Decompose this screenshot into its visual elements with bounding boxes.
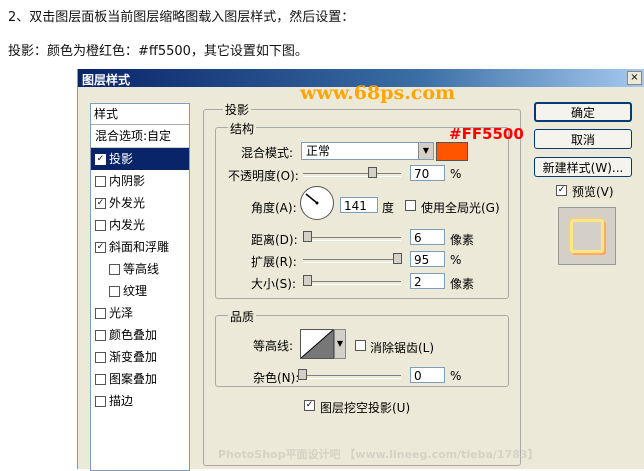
angle-needle-icon	[305, 193, 319, 205]
checkbox-icon[interactable]: ✓	[95, 198, 106, 209]
checkbox-icon[interactable]	[109, 286, 120, 297]
size-unit: 像素	[450, 277, 475, 291]
checkbox-icon[interactable]	[95, 352, 106, 363]
style-item-inner-glow[interactable]: 内发光	[91, 214, 189, 236]
style-item-gradient-overlay[interactable]: 渐变叠加	[91, 346, 189, 368]
distance-input[interactable]: 6	[410, 229, 445, 245]
checkbox-icon[interactable]: ✓	[95, 154, 106, 165]
size-input[interactable]: 2	[410, 273, 445, 289]
style-list: 样式 混合选项:自定 ✓ 投影 内阴影 ✓ 外发光 内发光 ✓ 斜面和浮雕 等高线 纹…	[90, 103, 190, 471]
checkbox-icon[interactable]	[95, 176, 106, 187]
angle-input[interactable]: 141	[340, 197, 378, 213]
opacity-unit: %	[450, 167, 462, 181]
checkbox-icon[interactable]	[95, 330, 106, 341]
opacity-input[interactable]: 70	[410, 165, 445, 181]
instruction-line-2: 投影：颜色为橙红色：#ff5500，其它设置如下图。	[8, 44, 308, 59]
noise-input[interactable]: 0	[410, 367, 445, 383]
size-slider[interactable]	[303, 281, 401, 285]
noise-unit: %	[450, 369, 462, 383]
distance-slider[interactable]	[303, 237, 401, 241]
checkbox-icon[interactable]	[95, 374, 106, 385]
spread-slider[interactable]	[303, 259, 401, 263]
style-item-pattern-overlay[interactable]: 图案叠加	[91, 368, 189, 390]
anti-alias-checkbox[interactable]	[355, 340, 366, 351]
angle-label: 角度(A):	[251, 201, 297, 215]
style-item-texture[interactable]: 纹理	[91, 280, 189, 302]
spread-unit: %	[450, 253, 462, 267]
noise-slider-thumb[interactable]	[298, 369, 307, 380]
global-light-label: 使用全局光(G)	[421, 201, 500, 215]
blend-mode-select[interactable]: 正常 ▼	[301, 142, 434, 160]
opacity-slider-thumb[interactable]	[368, 167, 377, 178]
checkbox-icon[interactable]	[95, 396, 106, 407]
style-list-header[interactable]: 样式	[91, 104, 189, 125]
style-item-outer-glow[interactable]: ✓ 外发光	[91, 192, 189, 214]
site-watermark: www.68ps.com	[300, 82, 456, 104]
knockout-label: 图层挖空投影(U)	[320, 401, 411, 415]
new-style-button[interactable]: 新建样式(W)...	[534, 157, 632, 177]
noise-label: 杂色(N):	[253, 371, 300, 385]
spread-input[interactable]: 95	[410, 251, 445, 267]
contour-curve-icon	[301, 330, 333, 358]
style-item-satin[interactable]: 光泽	[91, 302, 189, 324]
shadow-color-swatch[interactable]	[436, 142, 468, 161]
preview-glow-frame	[570, 219, 604, 253]
style-preview-swatch	[558, 207, 616, 265]
instruction-line-1: 2、双击图层面板当前图层缩略图载入图层样式，然后设置：	[8, 10, 355, 25]
dialog-title: 图层样式	[82, 73, 131, 87]
close-button[interactable]: ×	[627, 71, 642, 85]
contour-dropdown-icon[interactable]: ▼	[334, 329, 346, 359]
ok-button[interactable]: 确定	[534, 102, 632, 122]
spread-slider-thumb[interactable]	[393, 253, 402, 264]
bottom-watermark: PhotoShop平面设计吧 【www.lineeg.com/tieba/178…	[218, 448, 539, 461]
size-slider-thumb[interactable]	[303, 275, 312, 286]
noise-slider[interactable]	[298, 375, 401, 379]
knockout-checkbox[interactable]: ✓	[304, 400, 315, 411]
blend-mode-label: 混合模式:	[241, 146, 294, 160]
distance-label: 距离(D):	[251, 233, 298, 247]
angle-unit: 度	[382, 201, 395, 215]
distance-unit: 像素	[450, 233, 475, 247]
blend-options-item[interactable]: 混合选项:自定	[91, 125, 189, 148]
global-light-checkbox[interactable]	[405, 200, 416, 211]
distance-slider-thumb[interactable]	[303, 231, 312, 242]
cancel-button[interactable]: 取消	[534, 129, 632, 149]
opacity-label: 不透明度(O):	[228, 169, 299, 183]
checkbox-icon[interactable]	[95, 308, 106, 319]
opacity-slider[interactable]	[303, 173, 401, 177]
preview-label: 预览(V)	[572, 185, 614, 199]
style-item-contour[interactable]: 等高线	[91, 258, 189, 280]
checkbox-icon[interactable]	[95, 220, 106, 231]
angle-dial[interactable]	[300, 186, 334, 220]
drop-shadow-title: 投影	[223, 101, 252, 118]
structure-title: 结构	[228, 120, 257, 137]
style-item-stroke[interactable]: 描边	[91, 390, 189, 412]
anti-alias-label: 消除锯齿(L)	[370, 341, 435, 355]
spread-label: 扩展(R):	[251, 255, 297, 269]
preview-checkbox[interactable]: ✓	[556, 185, 567, 196]
size-label: 大小(S):	[251, 277, 297, 291]
style-item-bevel-emboss[interactable]: ✓ 斜面和浮雕	[91, 236, 189, 258]
dropdown-arrow-icon[interactable]: ▼	[418, 143, 433, 159]
contour-label: 等高线:	[253, 339, 294, 353]
style-item-drop-shadow[interactable]: ✓ 投影	[91, 148, 189, 170]
quality-title: 品质	[228, 308, 257, 325]
checkbox-icon[interactable]: ✓	[95, 242, 106, 253]
checkbox-icon[interactable]	[109, 264, 120, 275]
style-item-inner-shadow[interactable]: 内阴影	[91, 170, 189, 192]
style-item-color-overlay[interactable]: 颜色叠加	[91, 324, 189, 346]
color-hex-annotation: #FF5500	[449, 125, 524, 143]
layer-style-dialog: 图层样式 × 样式 混合选项:自定 ✓ 投影 内阴影 ✓ 外发光 内发光 ✓ 斜面和浮…	[77, 69, 644, 471]
contour-picker[interactable]	[300, 329, 334, 359]
